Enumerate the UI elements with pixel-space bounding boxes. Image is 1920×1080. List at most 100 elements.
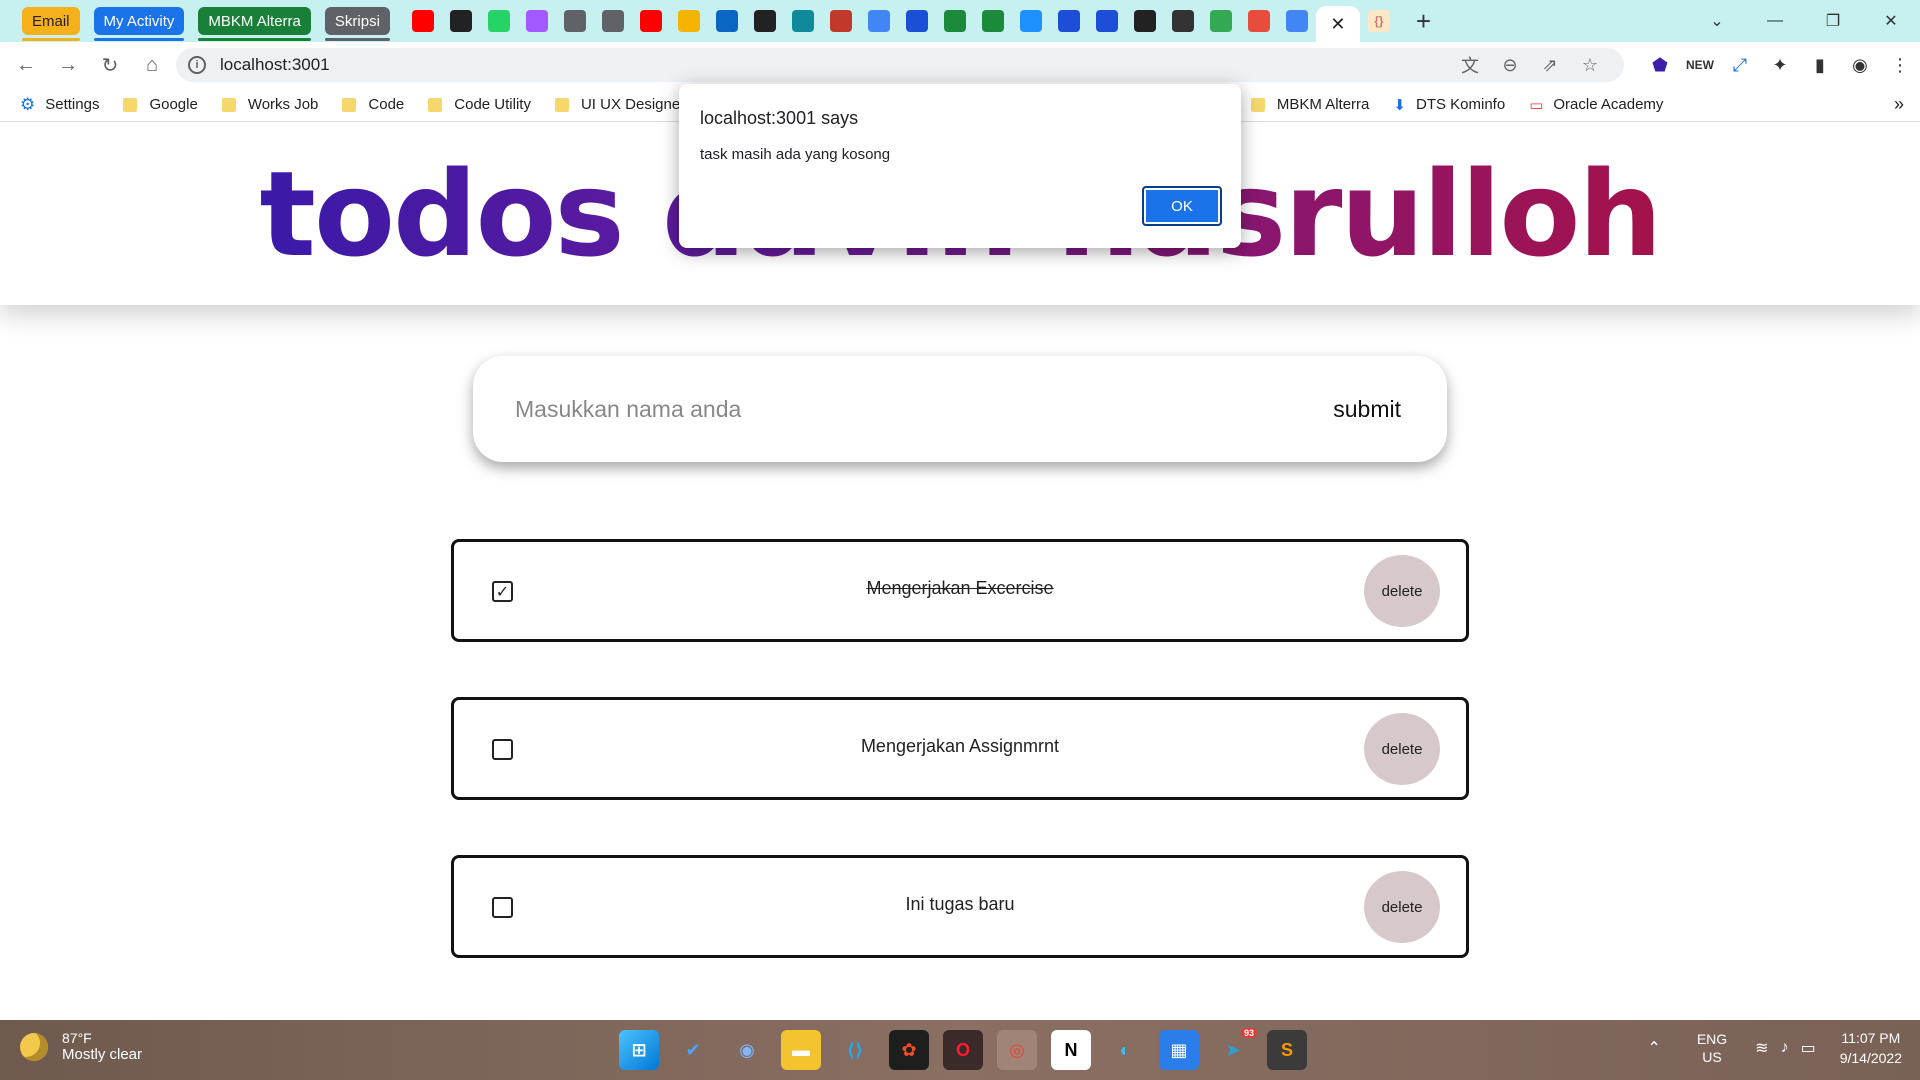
dicoding-icon[interactable]	[1095, 10, 1118, 32]
camera-icon[interactable]: ◉	[727, 1030, 767, 1070]
calendar-icon[interactable]: ▦	[1159, 1030, 1199, 1070]
todo-app-icon[interactable]: ✔	[673, 1030, 713, 1070]
oracle-icon: ▭	[1529, 96, 1544, 114]
telegram-icon[interactable]: ➤ 93	[1213, 1028, 1257, 1070]
url-text[interactable]: localhost:3001	[220, 55, 330, 75]
submit-button[interactable]: submit	[1327, 395, 1407, 424]
vscode-web-icon[interactable]	[1019, 10, 1042, 32]
close-tab-icon[interactable]: ✕	[1330, 14, 1345, 35]
linkedin-icon[interactable]	[715, 10, 738, 32]
notion-icon[interactable]: N	[1051, 1030, 1091, 1070]
tab-search-icon[interactable]: ⌄	[1688, 11, 1746, 31]
google-icon[interactable]	[1285, 10, 1308, 32]
crystal-icon[interactable]	[1247, 10, 1270, 32]
bookmark-ui-ux-designer[interactable]: UI UX Designer	[554, 96, 685, 113]
screen-icon[interactable]	[1171, 10, 1194, 32]
bookmark-settings[interactable]: ⚙ Settings	[20, 95, 99, 115]
edge-icon[interactable]	[791, 10, 814, 32]
bookmark-code-utility[interactable]: Code Utility	[428, 96, 531, 113]
bookmark-google[interactable]: Google	[123, 96, 198, 113]
address-bar[interactable]: i localhost:3001 文 ⊖ ⇗ ☆	[176, 48, 1624, 82]
zoom-icon[interactable]: ⊖	[1490, 55, 1530, 76]
profile-avatar[interactable]: ◉	[1840, 55, 1880, 76]
chevron-up-icon[interactable]: ⌃	[1647, 1038, 1660, 1058]
system-tray: ⌃ ENG US ≋ ♪ ▭ 11:07 PM 9/14/2022	[1641, 1028, 1902, 1068]
tab-groups: Email My Activity MBKM Alterra Skripsi	[0, 0, 404, 42]
bookmark-code[interactable]: Code	[342, 96, 404, 113]
gumroad-icon[interactable]	[449, 10, 472, 32]
todo-text: Mengerjakan Excercise	[866, 578, 1054, 598]
file-explorer-icon[interactable]: ▬	[781, 1030, 821, 1070]
share-icon[interactable]: ⇗	[1530, 55, 1570, 76]
sublime-icon[interactable]: S	[1267, 1030, 1307, 1070]
chrome-icon[interactable]: ◎	[997, 1030, 1037, 1070]
vscode-icon[interactable]: ⟨⟩	[835, 1030, 875, 1070]
battery-icon[interactable]: ▭	[1801, 1038, 1816, 1058]
weather-desc: Mostly clear	[62, 1046, 143, 1063]
forward-icon[interactable]: →	[52, 49, 84, 81]
sidepanel-icon[interactable]: ▮	[1800, 55, 1840, 76]
react-icon[interactable]	[1133, 10, 1156, 32]
docs-icon[interactable]	[867, 10, 890, 32]
youtube-icon[interactable]	[639, 10, 662, 32]
puzzle-icon[interactable]: ✦	[1760, 55, 1800, 76]
globe-icon[interactable]	[601, 10, 624, 32]
tab-group-my-activity[interactable]: My Activity	[93, 7, 185, 41]
home-icon[interactable]: ⌂	[136, 49, 168, 81]
extension-badge-icon[interactable]: ⬟	[1640, 55, 1680, 76]
weather-temp: 87°F	[62, 1030, 92, 1046]
bookmarks-more-icon[interactable]: »	[1894, 94, 1904, 115]
extensions-area: ⬟ NEW ⤢ ✦ ▮ ◉ ⋮	[1640, 48, 1920, 82]
new-extension-icon[interactable]: NEW	[1680, 58, 1720, 72]
new-tab-button[interactable]: +	[1416, 6, 1431, 37]
meet-icon[interactable]	[1209, 10, 1232, 32]
language-indicator[interactable]: ENG US	[1697, 1030, 1727, 1066]
menu-icon[interactable]: ⋮	[1880, 55, 1920, 76]
edge-icon[interactable]: ◐	[1105, 1030, 1145, 1070]
b-icon[interactable]	[905, 10, 928, 32]
bookmark-label: Oracle Academy	[1553, 96, 1664, 113]
reload-icon[interactable]: ↻	[94, 49, 126, 81]
volume-icon[interactable]: ♪	[1781, 1039, 1789, 1057]
ok-button[interactable]: OK	[1142, 186, 1222, 226]
bookmark-mbkm-alterra[interactable]: MBKM Alterra	[1250, 96, 1369, 113]
globe-icon[interactable]	[563, 10, 586, 32]
figma-icon[interactable]: ✿	[889, 1030, 929, 1070]
tab-favicon-icon[interactable]: {}	[1367, 10, 1390, 32]
task-input[interactable]	[513, 394, 1273, 424]
bookmark-oracle-academy[interactable]: ▭ Oracle Academy	[1529, 96, 1663, 114]
delete-button[interactable]: delete	[1364, 871, 1440, 943]
bookmark-star-icon[interactable]: ☆	[1570, 55, 1610, 76]
bookmark-dts-kominfo[interactable]: ⬇ DTS Kominfo	[1393, 96, 1505, 114]
bookmark-label: Code Utility	[454, 96, 531, 113]
tab-group-email[interactable]: Email	[22, 7, 80, 41]
weather-widget[interactable]: 87°F Mostly clear	[20, 1030, 142, 1063]
youtube-icon[interactable]	[411, 10, 434, 32]
chrome-app-icon[interactable]	[677, 10, 700, 32]
wifi-icon[interactable]: ≋	[1755, 1038, 1768, 1058]
clock[interactable]: 11:07 PM 9/14/2022	[1840, 1028, 1902, 1068]
back-icon[interactable]: ←	[10, 49, 42, 81]
minimize-icon[interactable]: —	[1746, 12, 1804, 30]
delete-button[interactable]: delete	[1364, 713, 1440, 785]
extension-arrow-icon[interactable]: ⤢	[1720, 55, 1760, 76]
figma-icon[interactable]	[525, 10, 548, 32]
restore-icon[interactable]: ❐	[1804, 11, 1862, 31]
todo-item: Mengerjakan Assignmrnt delete	[451, 697, 1469, 800]
opera-icon[interactable]: O	[943, 1030, 983, 1070]
w-icon[interactable]	[981, 10, 1004, 32]
whatsapp-icon[interactable]	[487, 10, 510, 32]
active-tab[interactable]: ✕	[1315, 6, 1360, 42]
tab-group-skripsi[interactable]: Skripsi	[324, 7, 390, 41]
start-icon[interactable]: ⊞	[619, 1030, 659, 1070]
github-icon[interactable]	[753, 10, 776, 32]
translate-icon[interactable]: 文	[1450, 52, 1490, 78]
dicoding-icon[interactable]	[1057, 10, 1080, 32]
bookmark-works-job[interactable]: Works Job	[221, 96, 318, 113]
close-window-icon[interactable]: ✕	[1862, 11, 1920, 31]
tab-group-mbkm-alterra[interactable]: MBKM Alterra	[198, 7, 311, 41]
image-icon[interactable]	[829, 10, 852, 32]
w-icon[interactable]	[943, 10, 966, 32]
delete-button[interactable]: delete	[1364, 555, 1440, 627]
site-info-icon[interactable]: i	[188, 56, 206, 74]
